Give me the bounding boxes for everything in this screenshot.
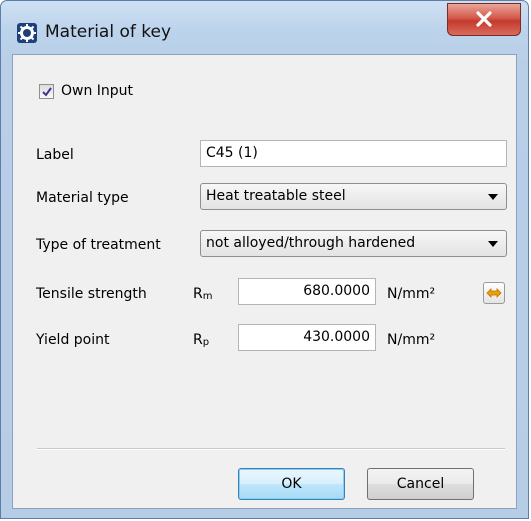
yield-point-symbol: Rp [193, 332, 210, 348]
close-icon [476, 11, 492, 27]
chevron-down-icon [488, 241, 498, 247]
tensile-strength-symbol: Rm [193, 286, 213, 302]
label-caption: Label [36, 147, 74, 163]
separator [37, 448, 505, 450]
convert-button[interactable] [483, 282, 505, 304]
material-type-select[interactable]: Heat treatable steel [200, 183, 507, 210]
cancel-button[interactable]: Cancel [367, 468, 474, 500]
tensile-strength-input[interactable]: 680.0000 [238, 278, 376, 305]
close-button[interactable] [447, 3, 521, 36]
gear-icon [17, 23, 37, 43]
own-input-label[interactable]: Own Input [61, 83, 133, 99]
material-type-caption: Material type [36, 190, 129, 206]
title-bar[interactable]: Material of key [1, 1, 528, 53]
label-input[interactable]: C45 (1) [200, 140, 507, 167]
dialog-content: Own Input Label C45 (1) Material type He… [12, 54, 517, 509]
tensile-strength-caption: Tensile strength [36, 286, 147, 302]
window-title: Material of key [45, 22, 172, 42]
yield-point-unit: N/mm² [387, 332, 436, 348]
dialog-window: Material of key Own Input Label C45 (1) … [0, 0, 529, 519]
ok-button[interactable]: OK [238, 468, 345, 500]
convert-arrows-icon [486, 288, 502, 298]
material-type-value: Heat treatable steel [206, 188, 346, 204]
checkmark-icon [42, 87, 52, 97]
tensile-strength-unit: N/mm² [387, 286, 436, 302]
own-input-checkbox[interactable] [39, 84, 54, 99]
treatment-caption: Type of treatment [36, 237, 161, 253]
yield-point-caption: Yield point [36, 332, 110, 348]
treatment-select[interactable]: not alloyed/through hardened [200, 230, 507, 257]
treatment-value: not alloyed/through hardened [206, 235, 416, 251]
chevron-down-icon [488, 194, 498, 200]
yield-point-input[interactable]: 430.0000 [238, 324, 376, 351]
